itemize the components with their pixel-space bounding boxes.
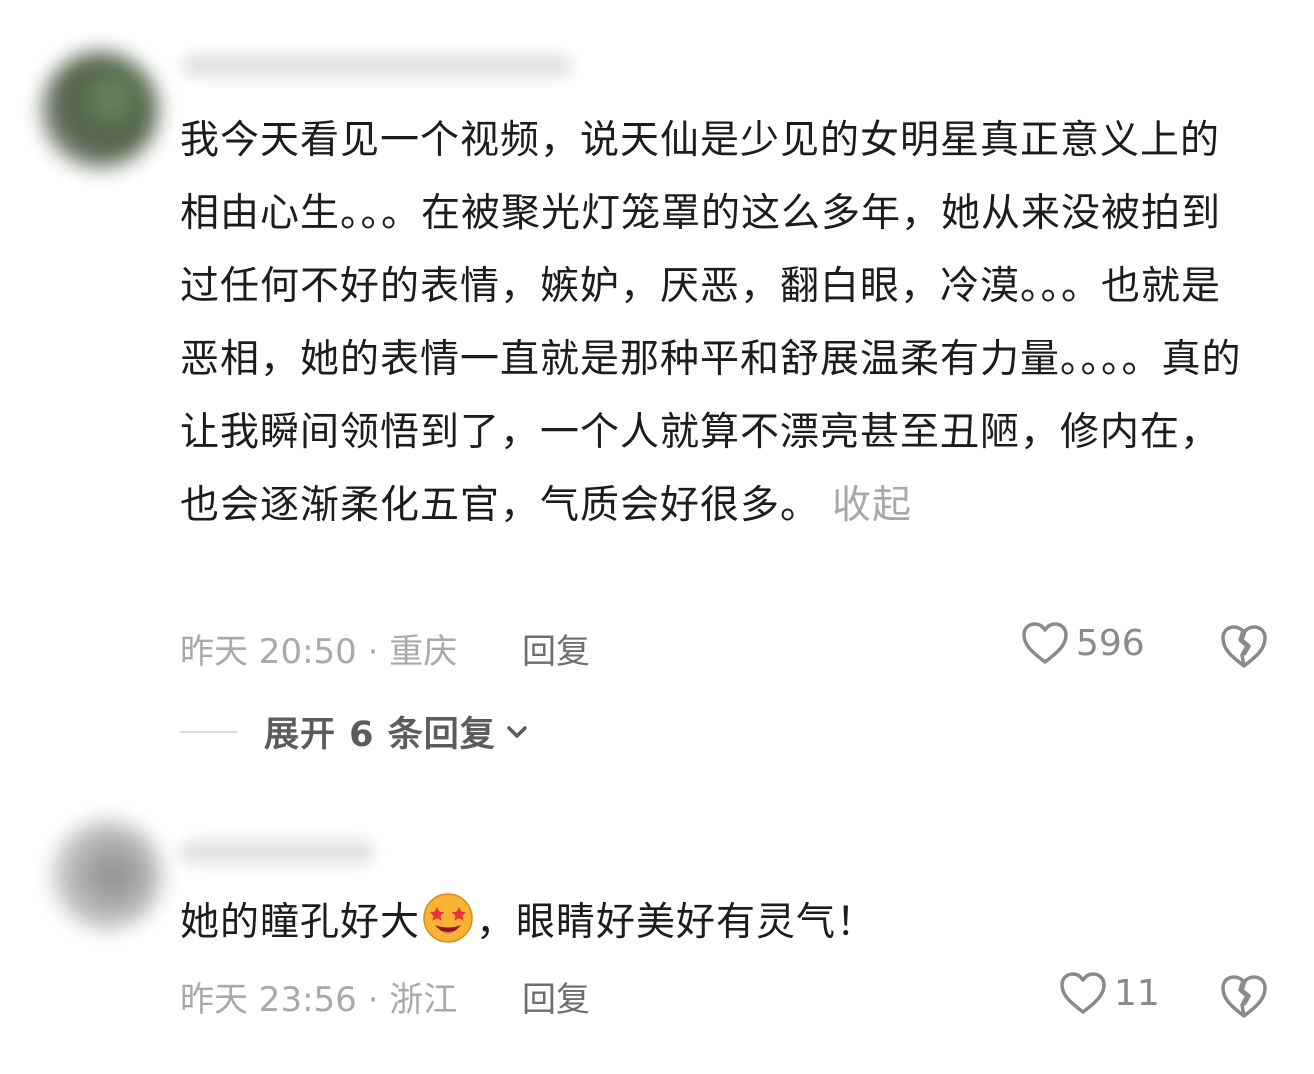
comment-text: 她的瞳孔好大 ，眼睛好美好有灵气！ xyxy=(180,886,1250,959)
timestamp-location: 昨天 20:50 · 重庆 xyxy=(180,632,458,672)
reply-button[interactable]: 回复 xyxy=(522,972,590,1021)
like-button[interactable]: 596 xyxy=(1020,620,1145,666)
comment-item: 她的瞳孔好大 ，眼睛好美好有灵气！ 昨天 23:56 · 浙江 回复 11 xyxy=(0,780,1314,1074)
like-button[interactable]: 11 xyxy=(1058,970,1160,1016)
expand-replies-label: 展开 6 条回复 xyxy=(264,715,496,755)
comment-text: 我今天看见一个视频，说天仙是少见的女明星真正意义上的相由心生。。。在被聚光灯笼罩… xyxy=(180,104,1250,542)
heart-icon xyxy=(1022,622,1068,664)
username-blurred[interactable] xyxy=(180,840,375,864)
dislike-button[interactable] xyxy=(1218,622,1270,674)
comment-item: 我今天看见一个视频，说天仙是少见的女明星真正意义上的相由心生。。。在被聚光灯笼罩… xyxy=(0,0,1314,780)
collapse-link[interactable]: 收起 xyxy=(832,483,912,528)
divider xyxy=(180,730,238,733)
broken-heart-icon xyxy=(1221,625,1267,668)
comment-text-content: 我今天看见一个视频，说天仙是少见的女明星真正意义上的相由心生。。。在被聚光灯笼罩… xyxy=(180,118,1242,528)
timestamp-location: 昨天 23:56 · 浙江 xyxy=(180,980,458,1020)
reply-button[interactable]: 回复 xyxy=(522,624,590,673)
heart-icon xyxy=(1060,972,1106,1014)
chevron-down-icon xyxy=(506,725,527,738)
like-count: 596 xyxy=(1076,622,1145,664)
avatar[interactable] xyxy=(42,52,158,168)
like-count: 11 xyxy=(1114,972,1160,1014)
comment-meta: 昨天 23:56 · 浙江 xyxy=(180,972,457,1021)
comment-text-part: 她的瞳孔好大 xyxy=(180,900,421,945)
avatar[interactable] xyxy=(52,820,162,930)
username-blurred[interactable] xyxy=(182,54,572,78)
broken-heart-icon xyxy=(1221,975,1267,1018)
comment-meta: 昨天 20:50 · 重庆 xyxy=(180,624,457,673)
expand-replies-button[interactable]: 展开 6 条回复 xyxy=(180,706,532,757)
star-struck-emoji-icon xyxy=(423,893,473,943)
comment-text-part: ，眼睛好美好有灵气！ xyxy=(476,900,877,945)
dislike-button[interactable] xyxy=(1218,972,1270,1024)
